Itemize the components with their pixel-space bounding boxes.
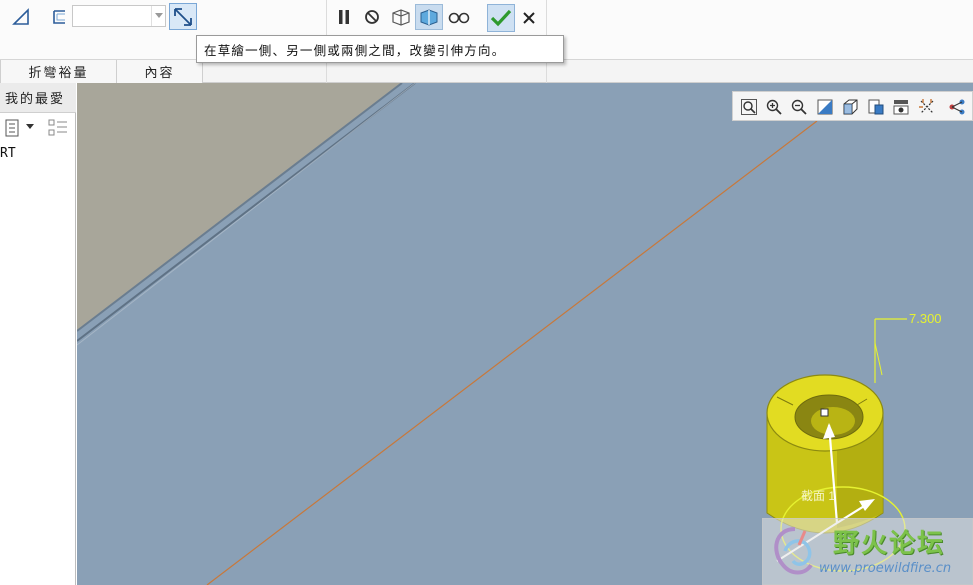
model-scene — [77, 83, 907, 585]
attached-preview-button[interactable] — [389, 6, 413, 28]
saved-views-icon[interactable] — [865, 96, 887, 118]
tab-bend-allowance[interactable]: 折彎裕量 — [0, 60, 117, 83]
forum-watermark: 野火论坛 www.proewildfire.cn — [762, 518, 973, 585]
prohibited-icon — [365, 10, 379, 24]
glasses-icon — [448, 12, 470, 24]
model-tree-panel: 我的最愛 RT — [0, 83, 76, 585]
flip-direction-button[interactable] — [169, 3, 197, 30]
dimension-label[interactable]: 7.300 — [909, 311, 942, 326]
divider — [326, 60, 327, 84]
chevron-down-icon[interactable] — [151, 6, 165, 26]
sketch-origin-handle[interactable] — [820, 408, 829, 417]
pause-button[interactable] — [333, 6, 355, 28]
blind-depth-icon[interactable] — [10, 6, 34, 28]
view-toolbar — [732, 91, 973, 121]
tree-filter-icon[interactable] — [46, 117, 70, 139]
flip-arrows-icon — [174, 7, 192, 26]
forum-url: www.proewildfire.cn — [819, 561, 952, 576]
tooltip: 在草繪一側、另一側或兩側之間，改變引伸方向。 — [196, 35, 564, 63]
close-icon — [523, 12, 535, 24]
depth-value-combobox[interactable] — [72, 5, 166, 27]
annotation-display-icon[interactable] — [946, 96, 968, 118]
pause-icon — [339, 10, 349, 24]
tree-settings-icon[interactable] — [2, 117, 22, 139]
app-window: 折彎裕量 內容 在草繪一側、另一側或兩側之間，改變引伸方向。 我的最愛 RT 7… — [0, 0, 973, 585]
tab-properties[interactable]: 內容 — [117, 60, 203, 83]
zoom-out-icon[interactable] — [788, 96, 810, 118]
no-preview-button[interactable] — [361, 6, 383, 28]
thickness-side-icon[interactable] — [48, 6, 70, 28]
datum-line — [206, 120, 818, 585]
panel-toolbar — [0, 115, 76, 141]
forum-logo-icon — [774, 527, 813, 575]
view-manager-icon[interactable] — [890, 96, 912, 118]
repaint-icon[interactable] — [814, 96, 836, 118]
display-style-icon[interactable] — [839, 96, 861, 118]
datum-display-icon[interactable] — [916, 96, 938, 118]
forum-title: 野火论坛 — [833, 529, 946, 559]
graphics-viewport[interactable]: 7.300 截面 1 — [77, 83, 973, 585]
checkmark-icon — [490, 9, 512, 27]
ok-button[interactable] — [487, 4, 515, 32]
chevron-down-icon[interactable] — [24, 119, 36, 135]
shaded-box-icon — [420, 9, 438, 26]
refit-icon[interactable] — [738, 96, 760, 118]
tree-item-part[interactable]: RT — [0, 146, 16, 161]
section-label: 截面 1 — [801, 489, 836, 503]
favorites-header[interactable]: 我的最愛 — [0, 83, 76, 113]
cancel-button[interactable] — [518, 6, 540, 30]
preview-glasses-button[interactable] — [447, 6, 471, 28]
verify-preview-button[interactable] — [415, 4, 443, 30]
divider — [546, 60, 547, 84]
zoom-in-icon[interactable] — [763, 96, 785, 118]
wireframe-box-icon — [392, 9, 410, 26]
